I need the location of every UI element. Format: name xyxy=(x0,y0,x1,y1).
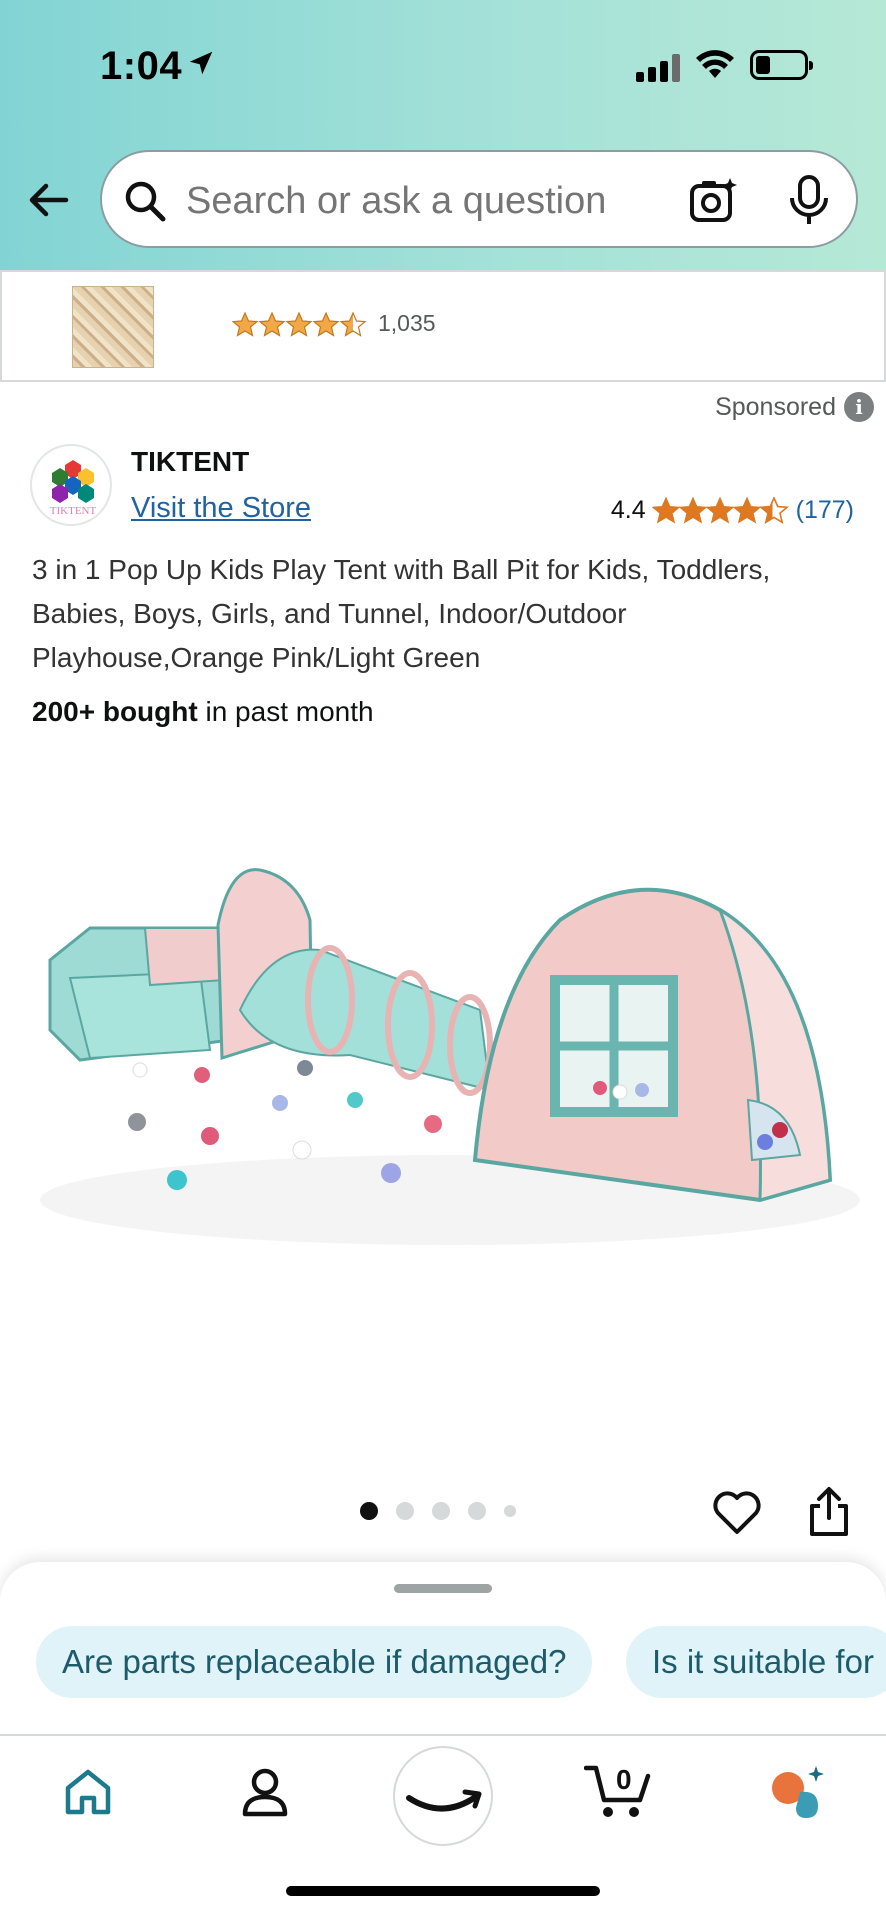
search-bar[interactable] xyxy=(100,150,858,248)
ad-review-count: 1,035 xyxy=(378,310,436,336)
cart-count: 0 xyxy=(616,1764,632,1795)
carousel-dot[interactable] xyxy=(396,1502,414,1520)
product-image[interactable] xyxy=(20,800,866,1340)
wifi-icon xyxy=(696,50,734,78)
carousel-dot[interactable] xyxy=(468,1502,486,1520)
suggested-questions-sheet[interactable]: Are parts replaceable if damaged? Is it … xyxy=(0,1562,886,1736)
question-chip[interactable]: Are parts replaceable if damaged? xyxy=(36,1626,593,1698)
rufus-assistant-icon[interactable] xyxy=(766,1764,828,1820)
cellular-signal-icon xyxy=(636,52,684,82)
rating-count: (177) xyxy=(795,496,854,524)
bought-in-past-month: 200+ bought in past month xyxy=(32,696,374,728)
home-icon[interactable] xyxy=(62,1766,114,1818)
back-arrow-icon[interactable] xyxy=(22,172,78,228)
app-header: 1:04 xyxy=(0,0,886,270)
image-carousel-dots[interactable] xyxy=(360,1502,516,1520)
carousel-dot[interactable] xyxy=(432,1502,450,1520)
question-chip[interactable]: Is it suitable for xyxy=(626,1626,886,1698)
ad-product-thumbnail[interactable] xyxy=(72,286,154,368)
visit-store-link[interactable]: Visit the Store xyxy=(131,492,311,525)
product-title[interactable]: 3 in 1 Pop Up Kids Play Tent with Ball P… xyxy=(32,548,862,680)
sponsored-ad-banner[interactable]: 1,035 xyxy=(0,270,886,382)
amazon-logo-button[interactable] xyxy=(393,1746,493,1846)
bought-period: in past month xyxy=(197,696,374,727)
brand-logo-text: TIKTENT xyxy=(50,505,97,517)
microphone-icon[interactable] xyxy=(787,174,831,226)
location-arrow-icon xyxy=(189,51,213,75)
account-icon[interactable] xyxy=(240,1766,290,1818)
battery-icon xyxy=(750,50,813,80)
camera-lens-icon[interactable] xyxy=(688,176,738,226)
brand-hexagon-logo: TIKTENT xyxy=(50,460,97,517)
heart-icon[interactable] xyxy=(712,1488,762,1536)
brand-logo[interactable]: TIKTENT xyxy=(30,444,112,526)
product-rating[interactable]: 4.4 (177) xyxy=(611,496,854,525)
home-indicator xyxy=(286,1886,600,1896)
sponsored-row[interactable]: Sponsored i xyxy=(715,392,874,422)
status-time: 1:04 xyxy=(100,44,183,88)
info-icon[interactable]: i xyxy=(844,392,874,422)
bought-count: 200+ bought xyxy=(32,696,198,727)
rating-value: 4.4 xyxy=(610,496,646,524)
ad-star-rating-icon xyxy=(232,312,366,337)
product-page: 1:04 Search or ask a question 1,035 Spon… xyxy=(0,0,886,1920)
brand-name: TIKTENT xyxy=(131,446,250,477)
sheet-drag-handle[interactable] xyxy=(394,1584,492,1593)
carousel-dot[interactable] xyxy=(360,1502,378,1520)
amazon-smile-icon xyxy=(406,1789,482,1812)
share-icon[interactable] xyxy=(806,1486,852,1538)
search-input[interactable] xyxy=(186,180,606,223)
star-rating-icon xyxy=(652,496,788,523)
sponsored-label: Sponsored xyxy=(715,392,836,421)
search-icon xyxy=(125,181,166,222)
carousel-dot[interactable] xyxy=(504,1505,516,1517)
